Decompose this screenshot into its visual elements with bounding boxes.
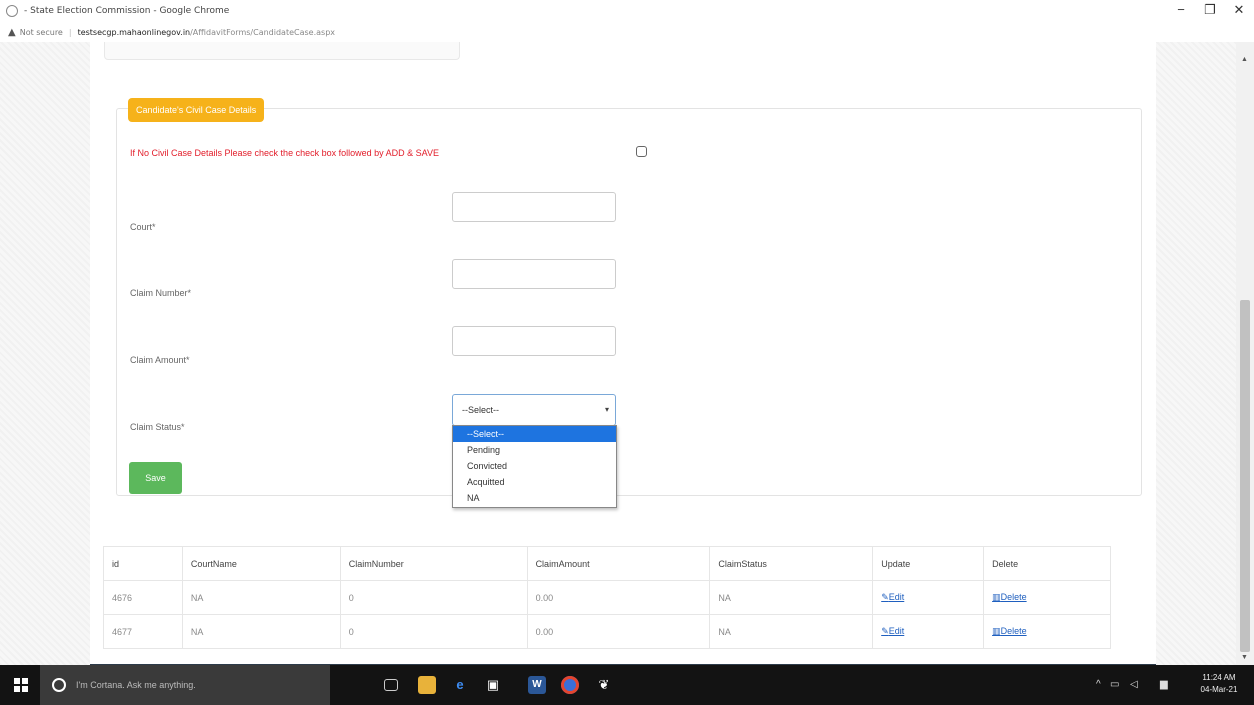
task-view-icon[interactable] bbox=[384, 679, 398, 691]
edit-icon: ✎ bbox=[881, 626, 889, 636]
save-button[interactable]: Save bbox=[129, 462, 182, 494]
claim-amount-input[interactable] bbox=[452, 326, 616, 356]
tray-chevron-icon[interactable]: ^ bbox=[1096, 679, 1101, 690]
notifications-icon[interactable]: ▆ bbox=[1160, 679, 1168, 690]
option-select[interactable]: --Select-- bbox=[453, 426, 616, 442]
cell-status: NA bbox=[709, 580, 874, 615]
cortana-icon bbox=[52, 678, 66, 692]
claim-status-select[interactable]: --Select-- ▾ bbox=[452, 394, 616, 426]
chrome-icon bbox=[6, 5, 18, 17]
no-case-checkbox[interactable] bbox=[636, 146, 647, 157]
claim-number-label: Claim Number* bbox=[130, 288, 192, 298]
edit-link[interactable]: ✎Edit bbox=[881, 592, 904, 602]
cortana-placeholder: I'm Cortana. Ask me anything. bbox=[76, 680, 196, 690]
cell-claim-amount: 0.00 bbox=[526, 580, 711, 615]
chevron-down-icon: ▾ bbox=[604, 405, 609, 414]
minimize-button[interactable]: − bbox=[1166, 2, 1196, 17]
header-court-name: CourtName bbox=[181, 546, 341, 581]
warning-icon: ▲ bbox=[8, 26, 16, 38]
cell-update: ✎Edit bbox=[872, 614, 985, 649]
restore-button[interactable]: ❐ bbox=[1195, 2, 1225, 18]
edit-label: Edit bbox=[888, 592, 905, 602]
clock-time: 11:24 AM bbox=[1202, 673, 1236, 682]
option-na[interactable]: NA bbox=[453, 490, 616, 506]
left-background bbox=[0, 42, 90, 665]
close-button[interactable]: ✕ bbox=[1224, 2, 1254, 18]
edit-link[interactable]: ✎Edit bbox=[881, 626, 904, 636]
cell-claim-number: 0 bbox=[339, 580, 528, 615]
app-icon[interactable]: ❦ bbox=[595, 676, 613, 694]
url-host: testsecgp.mahaonlinegov.in bbox=[77, 27, 191, 37]
table-row: 4676 NA 0 0.00 NA ✎Edit ▥Delete bbox=[103, 580, 1111, 615]
edit-icon: ✎ bbox=[881, 592, 889, 602]
cell-court: NA bbox=[181, 614, 341, 649]
address-separator: | bbox=[68, 27, 72, 37]
cortana-search[interactable]: I'm Cortana. Ask me anything. bbox=[40, 665, 330, 705]
claim-status-options: --Select-- Pending Convicted Acquitted N… bbox=[452, 425, 617, 508]
header-id: id bbox=[103, 546, 183, 581]
file-explorer-icon[interactable] bbox=[418, 676, 436, 694]
chrome-taskbar-icon[interactable] bbox=[561, 676, 579, 694]
cell-update: ✎Edit bbox=[872, 580, 985, 615]
claim-status-value: --Select-- bbox=[462, 405, 500, 415]
cell-delete: ▥Delete bbox=[983, 614, 1111, 649]
taskbar-clock[interactable]: 11:24 AM 04-Mar-21 bbox=[1188, 672, 1250, 696]
delete-link[interactable]: ▥Delete bbox=[992, 592, 1027, 602]
trash-icon: ▥ bbox=[992, 592, 1001, 602]
table-row: 4677 NA 0 0.00 NA ✎Edit ▥Delete bbox=[103, 614, 1111, 649]
cell-delete: ▥Delete bbox=[983, 580, 1111, 615]
header-update: Update bbox=[872, 546, 985, 581]
delete-label: Delete bbox=[1000, 592, 1027, 602]
edge-icon[interactable]: e bbox=[451, 676, 469, 694]
scrollbar-thumb[interactable] bbox=[1240, 300, 1250, 652]
option-acquitted[interactable]: Acquitted bbox=[453, 474, 616, 490]
volume-icon[interactable]: ◁ bbox=[1130, 679, 1138, 690]
word-icon[interactable]: W bbox=[528, 676, 546, 694]
header-claim-amount: ClaimAmount bbox=[526, 546, 711, 581]
court-input[interactable] bbox=[452, 192, 616, 222]
right-background bbox=[1156, 42, 1236, 665]
header-claim-status: ClaimStatus bbox=[709, 546, 874, 581]
scroll-down-icon[interactable]: ▼ bbox=[1241, 654, 1248, 661]
security-label: Not secure bbox=[19, 27, 63, 37]
claim-status-label: Claim Status* bbox=[130, 422, 185, 432]
option-pending[interactable]: Pending bbox=[453, 442, 616, 458]
cell-id: 4677 bbox=[103, 614, 183, 649]
court-label: Court* bbox=[130, 222, 156, 232]
civil-case-table: id CourtName ClaimNumber ClaimAmount Cla… bbox=[103, 546, 1111, 649]
previous-panel-edge bbox=[104, 42, 460, 60]
civil-case-fieldset bbox=[116, 108, 1142, 496]
fieldset-legend: Candidate's Civil Case Details bbox=[128, 98, 265, 122]
page-scrollbar[interactable]: ▲ ▼ bbox=[1236, 42, 1254, 665]
cell-court: NA bbox=[181, 580, 341, 615]
cell-status: NA bbox=[709, 614, 874, 649]
no-case-notice: If No Civil Case Details Please check th… bbox=[130, 148, 439, 158]
cell-id: 4676 bbox=[103, 580, 183, 615]
header-claim-number: ClaimNumber bbox=[339, 546, 528, 581]
url-path: /AffidavitForms/CandidateCase.aspx bbox=[190, 27, 336, 37]
windows-start-icon[interactable] bbox=[14, 678, 28, 692]
windows-taskbar: I'm Cortana. Ask me anything. e ▣ W ❦ ^ … bbox=[0, 665, 1254, 705]
table-header-row: id CourtName ClaimNumber ClaimAmount Cla… bbox=[103, 546, 1111, 581]
header-delete: Delete bbox=[983, 546, 1111, 581]
browser-titlebar: - State Election Commission - Google Chr… bbox=[0, 0, 1254, 22]
delete-label: Delete bbox=[1000, 626, 1027, 636]
delete-link[interactable]: ▥Delete bbox=[992, 626, 1027, 636]
cell-claim-number: 0 bbox=[339, 614, 528, 649]
trash-icon: ▥ bbox=[992, 626, 1001, 636]
network-icon[interactable]: ▭ bbox=[1110, 679, 1119, 690]
cell-claim-amount: 0.00 bbox=[526, 614, 711, 649]
page-viewport: Candidate's Civil Case Details If No Civ… bbox=[0, 42, 1254, 665]
clock-date: 04-Mar-21 bbox=[1200, 685, 1238, 694]
edit-label: Edit bbox=[888, 626, 905, 636]
store-icon[interactable]: ▣ bbox=[484, 676, 502, 694]
address-bar[interactable]: ▲ Not secure | testsecgp.mahaonlinegov.i… bbox=[0, 22, 1254, 42]
claim-amount-label: Claim Amount* bbox=[130, 355, 190, 365]
scroll-up-icon[interactable]: ▲ bbox=[1241, 56, 1248, 63]
option-convicted[interactable]: Convicted bbox=[453, 458, 616, 474]
window-title: - State Election Commission - Google Chr… bbox=[24, 6, 230, 16]
claim-number-input[interactable] bbox=[452, 259, 616, 289]
